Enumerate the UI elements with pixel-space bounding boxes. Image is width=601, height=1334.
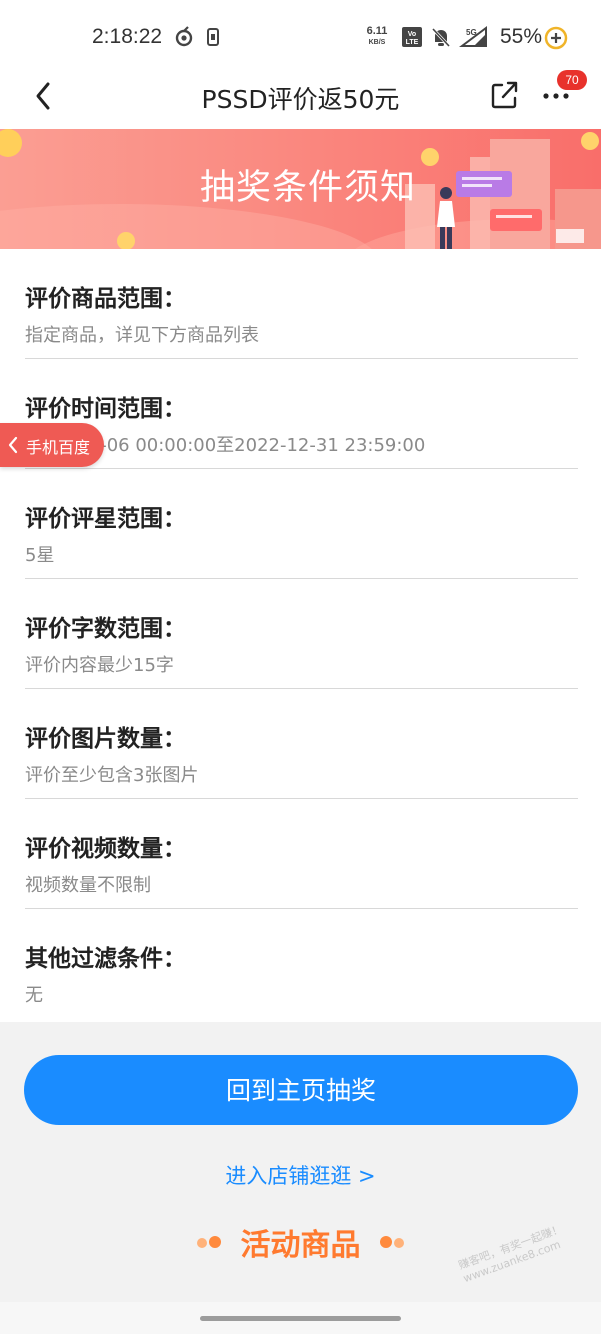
- battery-percent: 55%: [500, 25, 543, 48]
- rules-list: 评价商品范围： 指定商品，详见下方商品列表 评价时间范围： 2022-12-06…: [0, 249, 601, 1018]
- status-bar: 2:18:22 6.11 KB/S Vo LTE 5G 55%: [0, 0, 601, 76]
- rule-value: 评价内容最少15字: [25, 655, 174, 676]
- rule-title: 评价评星范围：: [25, 506, 186, 532]
- signal-5g-icon: 5G: [459, 26, 487, 47]
- rule-value: 评价至少包含3张图片: [25, 765, 199, 786]
- rule-title: 评价商品范围：: [25, 286, 186, 312]
- activity-products-title: 活动商品: [240, 1228, 361, 1263]
- rule-item: 评价时间范围： 2022-12-06 00:00:00至2022-12-31 2…: [25, 359, 578, 469]
- rule-title: 其他过滤条件：: [25, 946, 186, 972]
- enter-shop-link[interactable]: 进入店铺逛逛 >: [0, 1160, 601, 1190]
- bottom-area: 回到主页抽奖 进入店铺逛逛 > 活动商品 赚客吧，有奖一起赚！www.zuank…: [0, 1022, 601, 1334]
- rule-value: 无: [25, 985, 43, 1006]
- rule-item: 评价视频数量： 视频数量不限制: [25, 799, 578, 909]
- rule-title: 评价视频数量：: [25, 836, 186, 862]
- mobile-baidu-return-tab[interactable]: 手机百度: [0, 423, 104, 467]
- rule-title: 评价字数范围：: [25, 616, 186, 642]
- svg-text:5G: 5G: [466, 28, 477, 37]
- rule-title: 评价图片数量：: [25, 726, 186, 752]
- volte-icon: Vo LTE: [402, 27, 422, 47]
- rule-item: 评价图片数量： 评价至少包含3张图片: [25, 689, 578, 799]
- notification-badge: 70: [557, 70, 587, 90]
- share-icon[interactable]: [488, 78, 522, 112]
- back-to-lottery-button[interactable]: 回到主页抽奖: [24, 1055, 578, 1125]
- rule-item: 其他过滤条件： 无: [25, 909, 578, 1018]
- network-speed: 6.11 KB/S: [364, 26, 390, 48]
- mute-notification-icon: [431, 27, 451, 48]
- rule-item: 评价评星范围： 5星: [25, 469, 578, 579]
- home-indicator[interactable]: [200, 1316, 401, 1321]
- sync-icon: [175, 26, 193, 47]
- decor-dots-left-icon: [197, 1236, 222, 1248]
- phone-status-icon: [207, 28, 219, 46]
- nav-bar: PSSD评价返50元 70: [0, 70, 601, 129]
- svg-text:LTE: LTE: [406, 39, 419, 46]
- decor-dots-right-icon: [379, 1236, 404, 1248]
- banner: 抽奖条件须知: [0, 129, 601, 249]
- network-speed-value: 6.11: [366, 25, 388, 37]
- banner-title: 抽奖条件须知: [200, 168, 417, 208]
- status-time: 2:18:22: [92, 25, 163, 48]
- rule-value: 5星: [25, 545, 55, 566]
- rule-value: 视频数量不限制: [25, 875, 151, 896]
- rule-item: 评价商品范围： 指定商品，详见下方商品列表: [25, 249, 578, 359]
- rule-title: 评价时间范围：: [25, 396, 186, 422]
- mobile-baidu-label: 手机百度: [26, 438, 91, 457]
- network-speed-unit: KB/S: [368, 39, 386, 46]
- battery-saver-icon: [544, 26, 568, 50]
- rule-value: 指定商品，详见下方商品列表: [25, 325, 259, 346]
- svg-text:Vo: Vo: [408, 31, 416, 38]
- chevron-left-icon: [8, 436, 18, 454]
- rule-item: 评价字数范围： 评价内容最少15字: [25, 579, 578, 689]
